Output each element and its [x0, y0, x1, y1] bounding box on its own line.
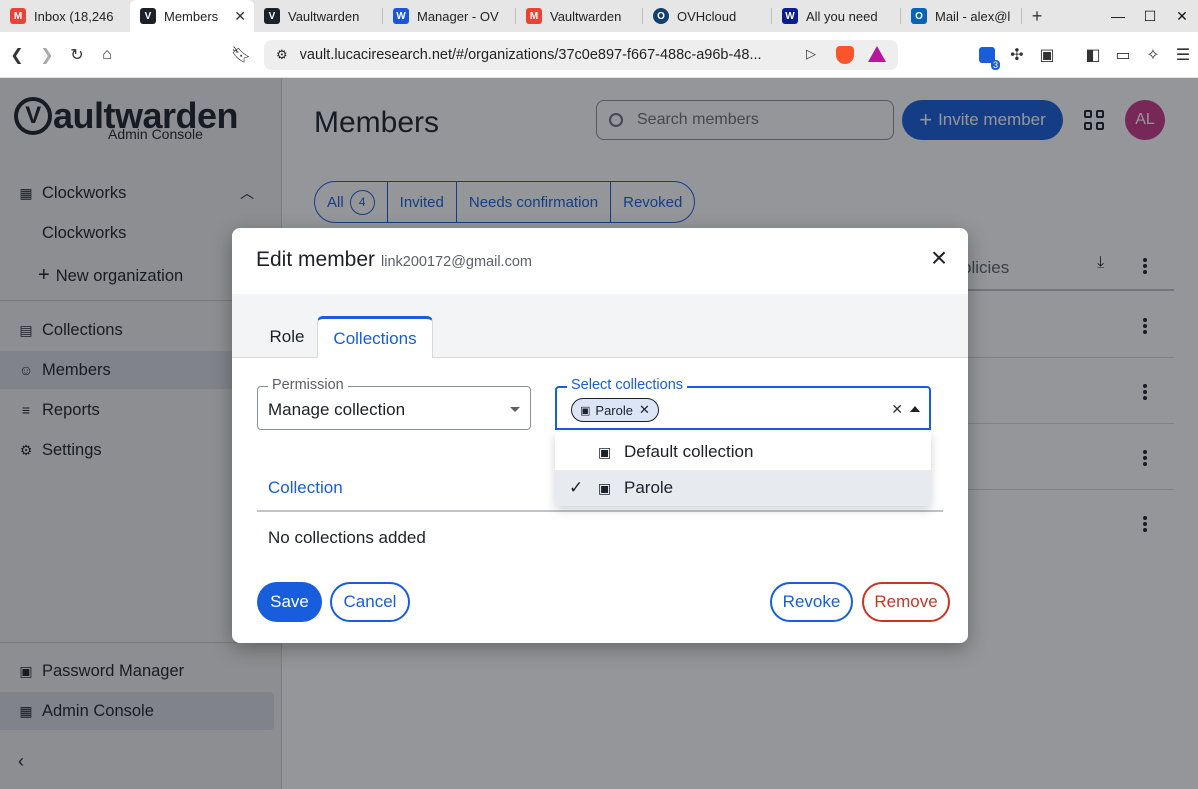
clear-selection-icon[interactable]: ✕: [891, 401, 903, 418]
minimize-icon[interactable]: —: [1102, 8, 1134, 24]
browser-toolbar: ❮ ❯ ↻ ⌂ 🔖︎ ⚙︎ vault.lucaciresearch.net/#…: [0, 32, 1198, 78]
collection-column-header[interactable]: Collection: [268, 478, 343, 498]
window-controls: — ☐ ✕: [1102, 0, 1198, 32]
extension-icons: 3 ✣ ▣ ◧ ▭ ✧ ☰: [972, 40, 1198, 70]
gmail-icon: M: [526, 8, 542, 24]
browser-tab-active[interactable]: V Members ✕: [130, 0, 254, 32]
leo-ai-icon[interactable]: ✧: [1138, 40, 1168, 70]
ovhcloud-icon: O: [653, 8, 669, 24]
address-bar[interactable]: ⚙︎ vault.lucaciresearch.net/#/organizati…: [264, 40, 898, 70]
selected-collection-chip: ▣ Parole ✕: [571, 398, 659, 422]
tab-title: All you need: [806, 8, 878, 24]
back-icon[interactable]: ❮: [2, 40, 32, 70]
checkmark-icon: ✓: [569, 478, 584, 497]
collection-icon: ▣: [580, 404, 591, 417]
close-tab-icon[interactable]: ✕: [234, 8, 246, 25]
media-icon[interactable]: ▣: [1032, 40, 1062, 70]
tab-title: Members: [164, 8, 219, 24]
tab-title: Mail - alex@l: [935, 8, 1011, 24]
select-collections-input[interactable]: Select collections ▣ Parole ✕ ✕: [555, 377, 931, 430]
permission-select[interactable]: Permission Manage collection: [257, 377, 531, 430]
empty-state-text: No collections added: [268, 528, 426, 547]
browser-tab[interactable]: W All you need: [772, 0, 900, 32]
cancel-button[interactable]: Cancel: [330, 582, 410, 622]
remove-button[interactable]: Remove: [862, 582, 950, 622]
tab-collections[interactable]: Collections: [317, 316, 433, 358]
select-collections-label: Select collections: [567, 377, 688, 393]
tab-title: Vaultwarden: [550, 8, 622, 24]
site-settings-icon[interactable]: ⚙︎: [276, 47, 288, 63]
revoke-button[interactable]: Revoke: [770, 582, 853, 622]
bitwarden-extension-icon[interactable]: 3: [972, 40, 1002, 70]
tab-title: Inbox (18,246: [34, 8, 114, 24]
browser-tab[interactable]: M Inbox (18,246: [0, 0, 130, 32]
browser-tab[interactable]: O OVHcloud: [643, 0, 771, 32]
edit-member-dialog: Edit member link200172@gmail.com × Role C…: [232, 228, 968, 643]
extensions-icon[interactable]: ✣: [1002, 40, 1032, 70]
chevron-up-icon[interactable]: [910, 406, 920, 412]
forward-icon[interactable]: ❯: [32, 40, 62, 70]
vaultwarden-icon: V: [140, 8, 156, 24]
tab-title: Vaultwarden: [288, 8, 360, 24]
gmail-icon: M: [10, 8, 26, 24]
vaultwarden-icon: V: [264, 8, 280, 24]
menu-icon[interactable]: ☰: [1168, 40, 1198, 70]
collection-icon: ▣: [598, 479, 612, 496]
new-tab-icon[interactable]: +: [1022, 6, 1052, 27]
chip-label: Parole: [595, 402, 633, 418]
close-window-icon[interactable]: ✕: [1166, 8, 1198, 25]
reload-icon[interactable]: ↻: [62, 40, 92, 70]
brave-shields-icon[interactable]: [836, 46, 854, 64]
permission-label: Permission: [268, 377, 348, 393]
collections-dropdown: ▣ Default collection ✓ ▣ Parole: [555, 432, 931, 506]
collection-icon: ▣: [598, 443, 612, 460]
site-icon: W: [782, 8, 798, 24]
dropdown-option[interactable]: ▣ Default collection: [555, 434, 931, 470]
tab-role[interactable]: Role: [257, 316, 317, 358]
close-icon[interactable]: ×: [926, 244, 952, 272]
permission-value: Manage collection: [268, 400, 406, 419]
brave-rewards-icon[interactable]: [868, 46, 886, 62]
chevron-down-icon: [510, 407, 520, 412]
browser-tab[interactable]: O Mail - alex@l: [901, 0, 1021, 32]
ovh-manager-icon: W: [393, 8, 409, 24]
send-icon[interactable]: ▷: [806, 46, 816, 62]
dialog-title-text: Edit member: [256, 248, 376, 271]
dialog-subtitle: link200172@gmail.com: [381, 254, 532, 270]
table-divider: [257, 510, 943, 512]
maximize-icon[interactable]: ☐: [1134, 8, 1166, 25]
option-label: Default collection: [624, 442, 754, 461]
browser-tab[interactable]: V Vaultwarden: [254, 0, 382, 32]
browser-tab[interactable]: M Vaultwarden: [516, 0, 642, 32]
browser-tab[interactable]: W Manager - OV: [383, 0, 515, 32]
bookmark-icon[interactable]: 🔖︎: [226, 40, 256, 70]
dialog-title: Edit member link200172@gmail.com: [256, 248, 532, 272]
home-icon[interactable]: ⌂: [92, 40, 122, 70]
browser-tab-bar: M Inbox (18,246 V Members ✕ V Vaultwarde…: [0, 0, 1198, 32]
remove-chip-icon[interactable]: ✕: [639, 402, 650, 418]
tab-title: Manager - OV: [417, 8, 499, 24]
tab-title: OVHcloud: [677, 8, 737, 24]
url-text[interactable]: vault.lucaciresearch.net/#/organizations…: [300, 47, 780, 63]
wallet-icon[interactable]: ▭: [1108, 40, 1138, 70]
sidebar-toggle-icon[interactable]: ◧: [1078, 40, 1108, 70]
extension-badge: 3: [990, 60, 1000, 70]
save-button[interactable]: Save: [257, 582, 322, 622]
outlook-icon: O: [911, 8, 927, 24]
option-label: Parole: [624, 478, 674, 497]
dropdown-option-selected[interactable]: ✓ ▣ Parole: [555, 470, 931, 506]
